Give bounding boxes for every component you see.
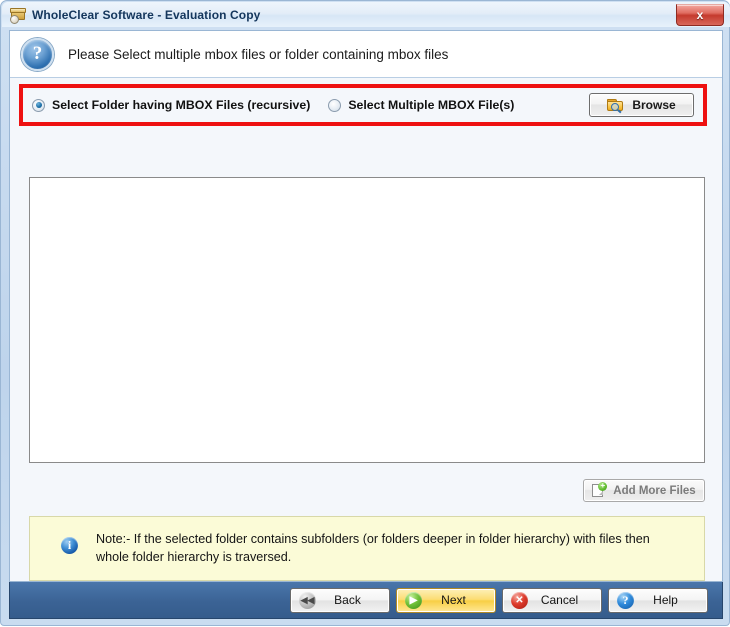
add-more-files-button[interactable]: + Add More Files: [583, 479, 705, 502]
browse-button-label: Browse: [632, 98, 676, 112]
cancel-button[interactable]: ✕ Cancel: [502, 587, 602, 613]
question-mark-icon: ?: [21, 37, 54, 71]
folder-search-icon: [607, 98, 624, 114]
document-add-icon: +: [592, 482, 608, 498]
cancel-button-label: Cancel: [540, 593, 579, 607]
info-icon: i: [61, 537, 78, 554]
note-panel: i Note:- If the selected folder contains…: [29, 516, 705, 581]
radio-folder-indicator[interactable]: [32, 98, 45, 112]
radio-select-folder-recursive[interactable]: Select Folder having MBOX Files (recursi…: [32, 98, 310, 112]
help-button-label: Help: [653, 593, 678, 607]
footer-bar: ◀◀ Back ▶ Next ✕ Cancel ? Help: [9, 582, 723, 619]
instruction-band: ? Please Select multiple mbox files or f…: [10, 31, 722, 78]
title-bar: WholeClear Software - Evaluation Copy x: [2, 2, 730, 27]
question-circle-icon: ?: [617, 591, 634, 609]
next-button-label: Next: [441, 593, 466, 607]
app-icon: [9, 7, 26, 24]
window-title: WholeClear Software - Evaluation Copy: [32, 7, 261, 22]
note-text: Note:- If the selected folder contains s…: [96, 532, 650, 565]
radio-files-indicator[interactable]: [328, 98, 342, 112]
play-icon: ▶: [405, 591, 422, 609]
client-area: ? Please Select multiple mbox files or f…: [9, 30, 723, 582]
rewind-icon: ◀◀: [299, 591, 316, 609]
add-more-files-label: Add More Files: [613, 484, 696, 497]
next-button[interactable]: ▶ Next: [396, 587, 496, 613]
selected-files-list[interactable]: [29, 177, 705, 463]
back-button-label: Back: [334, 593, 361, 607]
source-selection-row: Select Folder having MBOX Files (recursi…: [23, 88, 703, 122]
cancel-circle-icon: ✕: [511, 591, 528, 609]
help-button[interactable]: ? Help: [608, 587, 708, 613]
instruction-text: Please Select multiple mbox files or fol…: [68, 46, 449, 62]
radio-files-label: Select Multiple MBOX File(s): [348, 98, 515, 112]
radio-folder-label: Select Folder having MBOX Files (recursi…: [52, 98, 311, 112]
back-button[interactable]: ◀◀ Back: [290, 587, 390, 613]
radio-select-multiple-files[interactable]: Select Multiple MBOX File(s): [328, 98, 514, 112]
application-window: WholeClear Software - Evaluation Copy x …: [0, 0, 730, 626]
close-icon[interactable]: x: [676, 3, 724, 26]
browse-button[interactable]: Browse: [589, 93, 694, 117]
